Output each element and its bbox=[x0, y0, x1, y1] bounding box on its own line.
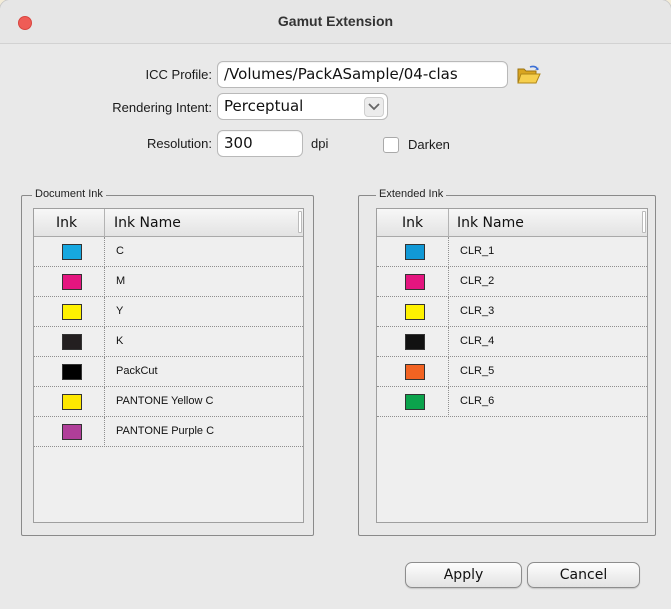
ink-color-swatch bbox=[405, 364, 425, 380]
icc-profile-label: ICC Profile: bbox=[145, 67, 212, 82]
window-title: Gamut Extension bbox=[277, 13, 394, 29]
ink-color-swatch bbox=[62, 364, 82, 380]
ink-color-swatch bbox=[62, 334, 82, 350]
ink-name-cell: CLR_1 bbox=[460, 245, 495, 257]
ink-name-cell: CLR_6 bbox=[460, 395, 495, 407]
extended-ink-table: Ink Ink Name CLR_1 CLR_2 CLR_3 CLR_4 CLR_5 CL… bbox=[376, 208, 648, 523]
ink-name-cell: M bbox=[116, 275, 126, 287]
ink-color-swatch bbox=[62, 274, 82, 290]
document-ink-group-title: Document Ink bbox=[32, 188, 106, 200]
scrollbar-thumb[interactable] bbox=[642, 211, 646, 233]
ink-name-cell: CLR_5 bbox=[460, 365, 495, 377]
scrollbar-thumb[interactable] bbox=[298, 211, 302, 233]
darken-checkbox[interactable] bbox=[383, 137, 399, 153]
ink-name-cell: CLR_4 bbox=[460, 335, 495, 347]
table-row[interactable]: CLR_3 bbox=[377, 297, 647, 327]
icc-profile-field[interactable]: /Volumes/PackASample/04-clas bbox=[217, 61, 508, 88]
table-row[interactable]: PANTONE Yellow C bbox=[34, 387, 303, 417]
column-header-ink-name[interactable]: Ink Name bbox=[114, 215, 181, 231]
resolution-field[interactable]: 300 bbox=[217, 130, 303, 157]
ink-name-cell: PANTONE Purple C bbox=[116, 425, 215, 437]
column-header-ink[interactable]: Ink bbox=[402, 215, 423, 231]
table-row[interactable]: CLR_2 bbox=[377, 267, 647, 297]
rendering-intent-select[interactable]: Perceptual bbox=[217, 93, 388, 120]
ink-name-cell: K bbox=[116, 335, 124, 347]
table-row[interactable]: Y bbox=[34, 297, 303, 327]
ink-name-cell: C bbox=[116, 245, 124, 257]
rendering-intent-value: Perceptual bbox=[224, 97, 304, 115]
extended-ink-group-title: Extended Ink bbox=[376, 188, 447, 200]
chevron-down-icon bbox=[364, 97, 384, 117]
ink-color-swatch bbox=[405, 394, 425, 410]
column-header-ink-name[interactable]: Ink Name bbox=[457, 215, 524, 231]
ink-color-swatch bbox=[62, 244, 82, 260]
table-row[interactable]: CLR_4 bbox=[377, 327, 647, 357]
table-row[interactable]: K bbox=[34, 327, 303, 357]
ink-name-cell: CLR_3 bbox=[460, 305, 495, 317]
ink-name-cell: PackCut bbox=[116, 365, 158, 377]
table-row[interactable]: PackCut bbox=[34, 357, 303, 387]
ink-color-swatch bbox=[405, 244, 425, 260]
ink-color-swatch bbox=[405, 274, 425, 290]
document-ink-table: Ink Ink Name C M Y K PackCut PANTONE Yellow C… bbox=[33, 208, 304, 523]
table-row[interactable]: CLR_5 bbox=[377, 357, 647, 387]
table-row[interactable]: M bbox=[34, 267, 303, 297]
cancel-button[interactable]: Cancel bbox=[527, 562, 640, 588]
extended-ink-table-header: Ink Ink Name bbox=[377, 209, 647, 237]
rendering-intent-label: Rendering Intent: bbox=[112, 100, 212, 115]
ink-color-swatch bbox=[405, 304, 425, 320]
ink-name-cell: Y bbox=[116, 305, 124, 317]
table-row[interactable]: C bbox=[34, 237, 303, 267]
ink-name-cell: PANTONE Yellow C bbox=[116, 395, 214, 407]
table-row[interactable]: PANTONE Purple C bbox=[34, 417, 303, 447]
title-bar: Gamut Extension bbox=[0, 0, 671, 44]
ink-name-cell: CLR_2 bbox=[460, 275, 495, 287]
document-ink-table-header: Ink Ink Name bbox=[34, 209, 303, 237]
darken-label: Darken bbox=[408, 137, 450, 152]
resolution-label: Resolution: bbox=[146, 136, 212, 151]
column-header-ink[interactable]: Ink bbox=[56, 215, 77, 231]
table-row[interactable]: CLR_1 bbox=[377, 237, 647, 267]
ink-color-swatch bbox=[405, 334, 425, 350]
ink-color-swatch bbox=[62, 424, 82, 440]
gamut-extension-dialog: Gamut Extension ICC Profile: /Volumes/Pa… bbox=[0, 0, 671, 609]
open-folder-icon[interactable] bbox=[517, 64, 541, 86]
table-row[interactable]: CLR_6 bbox=[377, 387, 647, 417]
apply-button[interactable]: Apply bbox=[405, 562, 522, 588]
ink-color-swatch bbox=[62, 394, 82, 410]
resolution-unit: dpi bbox=[311, 136, 329, 151]
ink-color-swatch bbox=[62, 304, 82, 320]
